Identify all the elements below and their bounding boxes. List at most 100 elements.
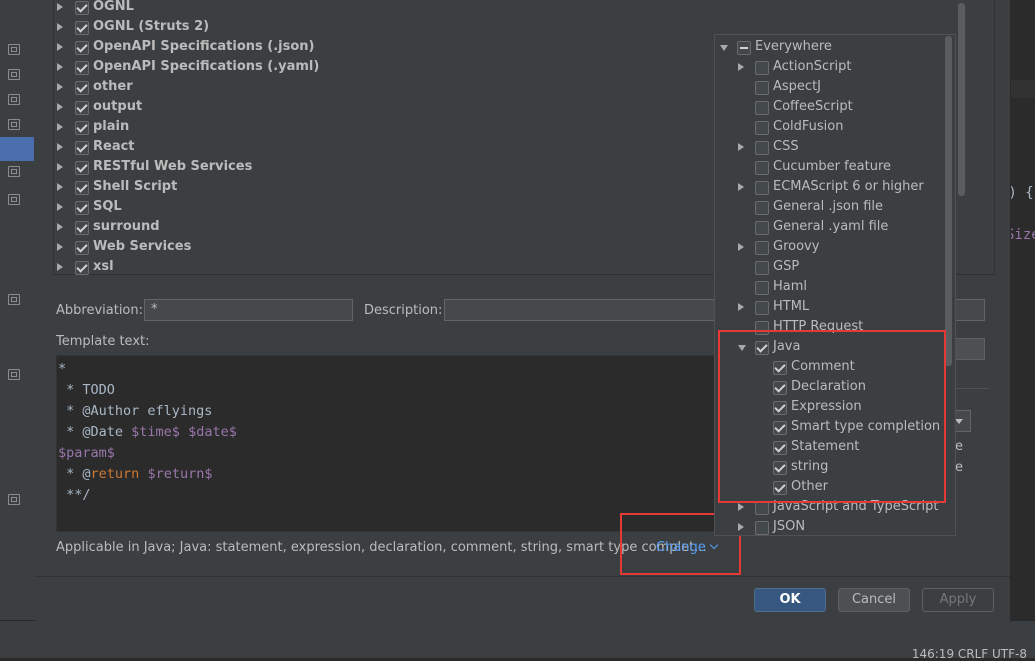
context-checkbox[interactable] [755,181,769,195]
expand-arrow-icon[interactable] [57,103,63,111]
context-checkbox[interactable] [755,501,769,515]
context-checkbox[interactable] [755,121,769,135]
ok-button[interactable]: OK [754,588,826,612]
expand-arrow-icon[interactable] [57,63,63,71]
expand-arrow-icon[interactable] [57,43,63,51]
template-group-row[interactable]: Web Services [54,238,704,258]
expand-arrow-icon[interactable] [57,3,63,11]
template-group-row[interactable]: React [54,138,704,158]
expand-arrow-icon[interactable] [57,123,63,131]
copy-icon[interactable] [8,166,20,177]
expand-arrow-icon[interactable] [738,523,744,531]
group-checkbox[interactable] [75,201,89,215]
expand-arrow-icon[interactable] [738,143,744,151]
template-group-row[interactable]: OpenAPI Specifications (.yaml) [54,58,704,78]
copy-icon[interactable] [8,69,20,80]
expand-arrow-icon[interactable] [57,223,63,231]
template-group-row[interactable]: RESTful Web Services [54,158,704,178]
context-item[interactable]: HTML [715,297,945,317]
template-text-editor[interactable]: * * TODO * @Author eflyings * @Date $tim… [56,355,718,532]
group-checkbox[interactable] [75,221,89,235]
template-group-row[interactable]: xsl [54,258,704,278]
context-item[interactable]: Groovy [715,237,945,257]
context-checkbox[interactable] [755,261,769,275]
context-checkbox[interactable] [755,101,769,115]
expand-arrow-icon[interactable] [738,303,744,311]
copy-icon[interactable] [8,194,20,205]
template-group-row[interactable]: output [54,98,704,118]
expand-arrow-icon[interactable] [57,83,63,91]
group-checkbox[interactable] [75,261,89,275]
context-checkbox[interactable] [755,281,769,295]
expand-arrow-icon[interactable] [738,183,744,191]
context-item[interactable]: Cucumber feature [715,157,945,177]
group-checkbox[interactable] [75,121,89,135]
context-item[interactable]: Everywhere [715,37,945,57]
expand-arrow-icon[interactable] [57,203,63,211]
abbreviation-input[interactable]: * [144,299,353,321]
copy-icon[interactable] [8,494,20,505]
template-group-row[interactable]: other [54,78,704,98]
template-group-label: xsl [93,259,114,274]
template-group-row[interactable]: OGNL [54,0,704,18]
copy-icon[interactable] [8,44,20,55]
context-checkbox[interactable] [755,241,769,255]
context-item[interactable]: JSON [715,517,945,535]
context-checkbox[interactable] [755,221,769,235]
group-checkbox[interactable] [75,81,89,95]
abbreviation-label: Abbreviation: [56,303,144,318]
context-checkbox[interactable] [755,141,769,155]
expand-arrow-icon[interactable] [738,243,744,251]
template-group-label: OpenAPI Specifications (.json) [93,39,315,54]
group-checkbox[interactable] [75,1,89,15]
copy-icon[interactable] [8,94,20,105]
template-group-row[interactable]: OGNL (Struts 2) [54,18,704,38]
context-checkbox[interactable] [755,81,769,95]
context-checkbox[interactable] [755,161,769,175]
group-checkbox[interactable] [75,241,89,255]
group-checkbox[interactable] [75,141,89,155]
context-checkbox[interactable] [737,41,751,55]
template-group-row[interactable]: plain [54,118,704,138]
copy-icon[interactable] [8,119,20,130]
context-checkbox[interactable] [755,301,769,315]
popup-scrollbar[interactable] [945,36,952,366]
template-group-row[interactable]: Shell Script [54,178,704,198]
expand-arrow-icon[interactable] [57,163,63,171]
expand-arrow-icon[interactable] [57,183,63,191]
context-item[interactable]: General .json file [715,197,945,217]
context-item[interactable]: GSP [715,257,945,277]
tree-scrollbar[interactable] [958,3,965,196]
expand-arrow-icon[interactable] [738,503,744,511]
copy-icon[interactable] [8,294,20,305]
context-item[interactable]: Haml [715,277,945,297]
context-item[interactable]: AspectJ [715,77,945,97]
context-item[interactable]: ColdFusion [715,117,945,137]
context-checkbox[interactable] [755,61,769,75]
context-item[interactable]: ECMAScript 6 or higher [715,177,945,197]
group-checkbox[interactable] [75,41,89,55]
context-item[interactable]: ActionScript [715,57,945,77]
expand-arrow-icon[interactable] [57,243,63,251]
cancel-button[interactable]: Cancel [838,588,910,612]
group-checkbox[interactable] [75,161,89,175]
group-checkbox[interactable] [75,61,89,75]
context-checkbox[interactable] [755,201,769,215]
expand-arrow-icon[interactable] [57,23,63,31]
apply-button[interactable]: Apply [922,588,994,612]
template-group-row[interactable]: OpenAPI Specifications (.json) [54,38,704,58]
collapse-arrow-icon[interactable] [720,45,728,51]
group-checkbox[interactable] [75,101,89,115]
expand-arrow-icon[interactable] [57,143,63,151]
expand-arrow-icon[interactable] [738,63,744,71]
expand-arrow-icon[interactable] [57,263,63,271]
group-checkbox[interactable] [75,181,89,195]
template-group-row[interactable]: surround [54,218,704,238]
context-checkbox[interactable] [755,521,769,535]
context-item[interactable]: CSS [715,137,945,157]
context-item[interactable]: General .yaml file [715,217,945,237]
template-group-row[interactable]: SQL [54,198,704,218]
context-item[interactable]: CoffeeScript [715,97,945,117]
copy-icon[interactable] [8,369,20,380]
group-checkbox[interactable] [75,21,89,35]
